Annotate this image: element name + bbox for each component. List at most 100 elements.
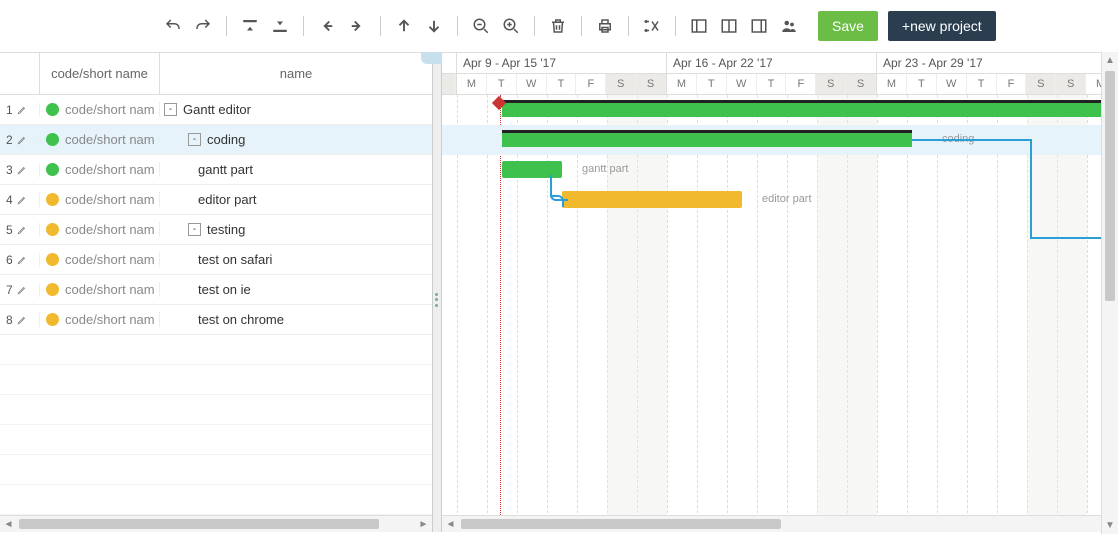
day-header: S (816, 74, 846, 94)
undo-icon[interactable] (160, 13, 186, 39)
scroll-thumb[interactable] (461, 519, 781, 529)
indent-icon[interactable] (344, 13, 370, 39)
row-index: 5 (0, 223, 40, 237)
resources-icon[interactable] (776, 13, 802, 39)
outdent-icon[interactable] (314, 13, 340, 39)
left-horizontal-scrollbar[interactable]: ◄ ► (0, 515, 432, 532)
code-text: code/short nam (65, 252, 155, 267)
status-dot (46, 253, 59, 266)
task-name: testing (207, 222, 245, 237)
name-cell[interactable]: editor part (160, 192, 432, 207)
separator (675, 16, 676, 36)
table-row[interactable]: 3code/short namgantt part (0, 155, 432, 185)
task-name: editor part (198, 192, 257, 207)
table-row[interactable]: 8code/short namtest on chrome (0, 305, 432, 335)
insert-above-icon[interactable] (237, 13, 263, 39)
new-project-button[interactable]: +new project (888, 11, 996, 41)
gantt-horizontal-scrollbar[interactable]: ◄ ► (442, 515, 1118, 532)
edit-icon[interactable] (17, 195, 27, 205)
row-index: 7 (0, 283, 40, 297)
separator (226, 16, 227, 36)
edit-icon[interactable] (17, 285, 27, 295)
code-cell[interactable]: code/short nam (40, 102, 160, 117)
week-label: Apr 9 - Apr 15 '17 (457, 53, 666, 74)
code-cell[interactable]: code/short nam (40, 252, 160, 267)
scroll-right-icon[interactable]: ► (415, 516, 432, 533)
gantt-row[interactable] (442, 95, 1118, 125)
zoom-out-icon[interactable] (468, 13, 494, 39)
redo-icon[interactable] (190, 13, 216, 39)
insert-below-icon[interactable] (267, 13, 293, 39)
name-cell[interactable]: -Gantt editor (160, 102, 432, 117)
table-header: code/short name name (0, 53, 432, 95)
edit-icon[interactable] (17, 225, 27, 235)
gantt-bar[interactable] (562, 191, 742, 208)
panel-splitter[interactable] (432, 52, 442, 532)
print-icon[interactable] (592, 13, 618, 39)
scroll-thumb[interactable] (1105, 71, 1115, 301)
separator (457, 16, 458, 36)
name-cell[interactable]: -coding (160, 132, 432, 147)
separator (628, 16, 629, 36)
gantt-bar-parent[interactable] (502, 103, 1112, 117)
edit-icon[interactable] (17, 255, 27, 265)
scroll-up-icon[interactable]: ▲ (1102, 52, 1118, 69)
code-cell[interactable]: code/short nam (40, 222, 160, 237)
code-text: code/short nam (65, 162, 155, 177)
view-left-icon[interactable] (686, 13, 712, 39)
status-dot (46, 313, 59, 326)
move-up-icon[interactable] (391, 13, 417, 39)
day-header: W (517, 74, 547, 94)
expand-toggle-icon[interactable]: - (188, 223, 201, 236)
critical-path-icon[interactable] (639, 13, 665, 39)
table-row[interactable]: 6code/short namtest on safari (0, 245, 432, 275)
gantt-row[interactable]: editor part (442, 185, 1118, 215)
scroll-left-icon[interactable]: ◄ (0, 516, 17, 533)
week-label: Apr 23 - Apr 29 '17 (877, 53, 1116, 74)
separator (534, 16, 535, 36)
code-cell[interactable]: code/short nam (40, 282, 160, 297)
view-right-icon[interactable] (746, 13, 772, 39)
day-header: S (1056, 74, 1086, 94)
scroll-left-icon[interactable]: ◄ (442, 516, 459, 533)
table-row[interactable]: 7code/short namtest on ie (0, 275, 432, 305)
scroll-down-icon[interactable]: ▼ (1102, 517, 1118, 534)
save-button[interactable]: Save (818, 11, 878, 41)
scroll-thumb[interactable] (19, 519, 379, 529)
code-cell[interactable]: code/short nam (40, 162, 160, 177)
gantt-body[interactable]: codinggantt parteditor part (442, 95, 1118, 532)
table-row[interactable]: 5code/short nam-testing (0, 215, 432, 245)
name-cell[interactable]: test on ie (160, 282, 432, 297)
expand-toggle-icon[interactable]: - (164, 103, 177, 116)
gantt-row[interactable] (442, 245, 1118, 275)
name-cell[interactable]: gantt part (160, 162, 432, 177)
delete-icon[interactable] (545, 13, 571, 39)
name-cell[interactable]: test on safari (160, 252, 432, 267)
name-cell[interactable]: test on chrome (160, 312, 432, 327)
edit-icon[interactable] (17, 315, 27, 325)
gantt-row[interactable] (442, 215, 1118, 245)
gantt-row[interactable] (442, 305, 1118, 335)
code-cell[interactable]: code/short nam (40, 192, 160, 207)
day-header: W (727, 74, 757, 94)
zoom-in-icon[interactable] (498, 13, 524, 39)
move-down-icon[interactable] (421, 13, 447, 39)
code-cell[interactable]: code/short nam (40, 132, 160, 147)
expand-toggle-icon[interactable]: - (188, 133, 201, 146)
table-row[interactable]: 4code/short nameditor part (0, 185, 432, 215)
vertical-scrollbar[interactable]: ▲ ▼ (1101, 52, 1118, 534)
edit-icon[interactable] (17, 165, 27, 175)
gantt-bar-parent[interactable] (502, 133, 912, 147)
view-split-icon[interactable] (716, 13, 742, 39)
name-cell[interactable]: -testing (160, 222, 432, 237)
gantt-chart: Apr 9 - Apr 15 '17MTWTFSSApr 16 - Apr 22… (442, 52, 1118, 532)
edit-icon[interactable] (17, 135, 27, 145)
gantt-row[interactable]: gantt part (442, 155, 1118, 185)
table-row[interactable]: 2code/short nam-coding (0, 125, 432, 155)
day-header: T (547, 74, 577, 94)
edit-icon[interactable] (17, 105, 27, 115)
code-cell[interactable]: code/short nam (40, 312, 160, 327)
separator (380, 16, 381, 36)
gantt-row[interactable] (442, 275, 1118, 305)
table-row[interactable]: 1code/short nam-Gantt editor (0, 95, 432, 125)
